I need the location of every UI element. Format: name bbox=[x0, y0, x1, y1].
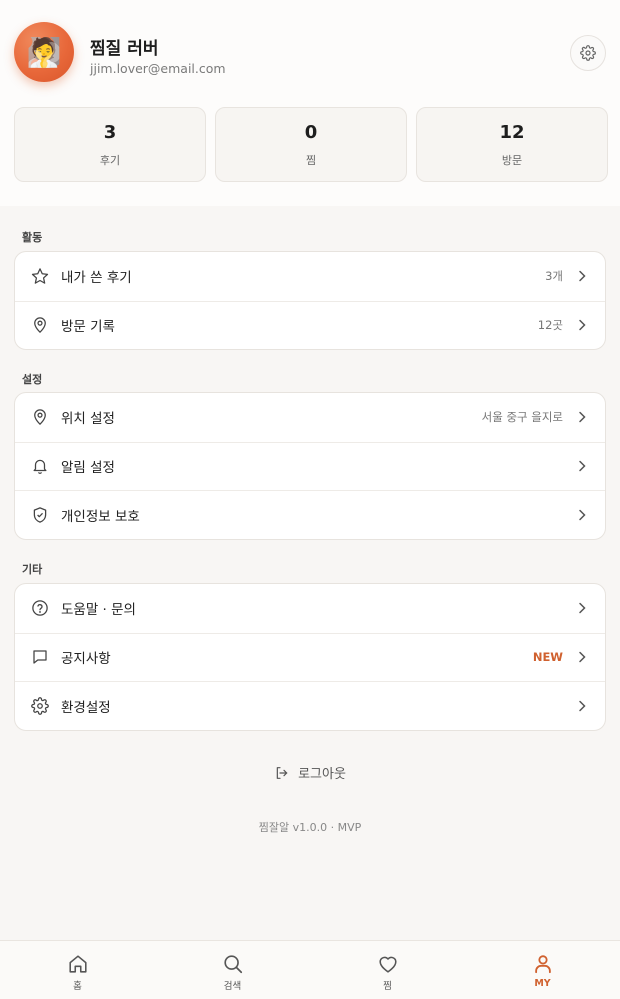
gear-icon bbox=[31, 696, 49, 715]
avatar-emoji: 🧖 bbox=[26, 35, 62, 69]
stat-visits[interactable]: 12 방문 bbox=[416, 107, 608, 182]
menu-label: 위치 설정 bbox=[61, 411, 115, 428]
menu-value: 12곳 bbox=[537, 318, 563, 333]
logout-label: 로그아웃 bbox=[298, 767, 346, 782]
stat-label: 후기 bbox=[99, 153, 121, 167]
user-name: 찜질 러버 bbox=[90, 39, 159, 59]
map-pin-icon bbox=[31, 408, 49, 426]
nav-my[interactable]: MY bbox=[465, 941, 620, 999]
settings-button[interactable] bbox=[570, 35, 606, 71]
user-icon bbox=[534, 955, 551, 974]
bottom-nav: 홈 검색 찜 MY bbox=[0, 940, 620, 999]
nav-home[interactable]: 홈 bbox=[0, 941, 155, 999]
chevron-right-icon bbox=[579, 412, 586, 423]
menu-label: 개인정보 보호 bbox=[61, 508, 140, 525]
menu-card-activity: 내가 쓴 후기 3개 방문 기록 12곳 bbox=[14, 251, 606, 350]
chevron-right-icon bbox=[579, 461, 586, 472]
new-badge: NEW bbox=[532, 650, 563, 665]
stats-row: 3 후기 0 찜 12 방문 bbox=[14, 107, 608, 182]
stat-label: 방문 bbox=[501, 153, 523, 167]
chevron-right-icon bbox=[579, 700, 586, 711]
menu-label: 방문 기록 bbox=[61, 319, 115, 336]
menu-label: 도움말 · 문의 bbox=[61, 602, 136, 619]
chevron-right-icon bbox=[579, 271, 586, 282]
section-title-activity: 활동 bbox=[22, 231, 43, 244]
heart-icon bbox=[378, 956, 397, 973]
chevron-right-icon bbox=[579, 652, 586, 663]
nav-label: 찜 bbox=[383, 981, 392, 992]
stat-value: 3 bbox=[103, 121, 117, 143]
logout-icon bbox=[276, 766, 288, 779]
section-title-settings: 설정 bbox=[22, 373, 43, 386]
section-title-etc: 기타 bbox=[22, 563, 43, 576]
gear-icon bbox=[580, 45, 596, 61]
nav-label: 홈 bbox=[73, 981, 82, 992]
stat-value: 12 bbox=[499, 121, 525, 143]
menu-item-notifications[interactable]: 알림 설정 bbox=[15, 441, 605, 491]
menu-value: 서울 중구 을지로 bbox=[481, 410, 563, 425]
stat-favorites[interactable]: 0 찜 bbox=[215, 107, 407, 182]
home-icon bbox=[68, 955, 87, 973]
menu-label: 내가 쓴 후기 bbox=[61, 270, 132, 287]
bell-icon bbox=[31, 457, 49, 475]
nav-favorites[interactable]: 찜 bbox=[310, 941, 465, 999]
app-version: 찜잘알 v1.0.0 · MVP bbox=[258, 821, 362, 834]
chevron-right-icon bbox=[579, 603, 586, 614]
menu-label: 환경설정 bbox=[61, 699, 111, 716]
nav-label: MY bbox=[534, 978, 551, 989]
stat-value: 0 bbox=[304, 121, 318, 143]
star-icon bbox=[31, 267, 49, 285]
chevron-right-icon bbox=[579, 320, 586, 331]
menu-label: 알림 설정 bbox=[61, 460, 115, 477]
menu-item-location[interactable]: 위치 설정 서울 중구 을지로 bbox=[15, 393, 605, 442]
stat-label: 찜 bbox=[305, 153, 317, 167]
menu-card-etc: 도움말 · 문의 공지사항 NEW 환경설정 bbox=[14, 583, 606, 731]
profile-header: 🧖 찜질 러버 jjim.lover@email.com 3 후기 0 찜 12… bbox=[0, 0, 620, 206]
menu-item-preferences[interactable]: 환경설정 bbox=[15, 681, 605, 730]
avatar[interactable]: 🧖 bbox=[14, 22, 74, 82]
menu-item-privacy[interactable]: 개인정보 보호 bbox=[15, 490, 605, 539]
stat-reviews[interactable]: 3 후기 bbox=[14, 107, 206, 182]
menu-item-my-reviews[interactable]: 내가 쓴 후기 3개 bbox=[15, 252, 605, 301]
message-square-icon bbox=[31, 648, 49, 666]
nav-search[interactable]: 검색 bbox=[155, 941, 310, 999]
chevron-right-icon bbox=[579, 509, 586, 520]
map-pin-icon bbox=[31, 316, 49, 334]
menu-label: 공지사항 bbox=[61, 651, 111, 668]
menu-item-help[interactable]: 도움말 · 문의 bbox=[15, 584, 605, 633]
shield-icon bbox=[31, 506, 49, 524]
menu-value: 3개 bbox=[545, 269, 563, 284]
search-icon bbox=[223, 955, 242, 974]
logout-button[interactable]: 로그아웃 bbox=[0, 763, 620, 782]
menu-card-settings: 위치 설정 서울 중구 을지로 알림 설정 개인정보 보호 bbox=[14, 392, 606, 540]
menu-item-notices[interactable]: 공지사항 NEW bbox=[15, 632, 605, 682]
nav-label: 검색 bbox=[223, 981, 242, 992]
user-email: jjim.lover@email.com bbox=[90, 61, 226, 76]
menu-item-visit-history[interactable]: 방문 기록 12곳 bbox=[15, 300, 605, 350]
help-circle-icon bbox=[31, 599, 49, 617]
